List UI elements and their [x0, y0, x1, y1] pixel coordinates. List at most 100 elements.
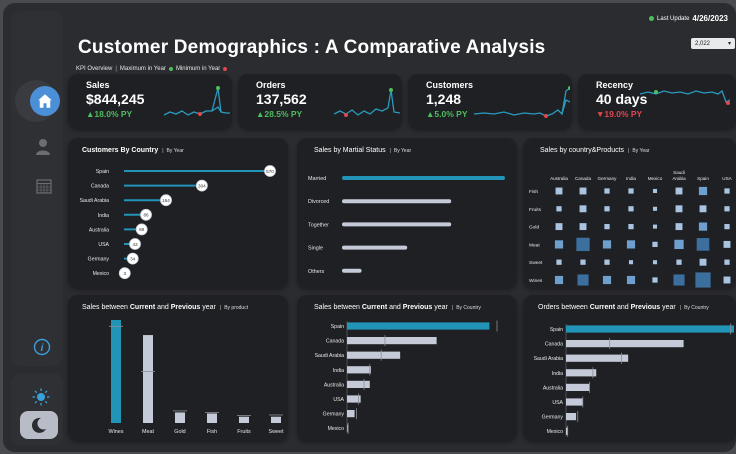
heat-cell — [652, 277, 658, 283]
heat-cell — [579, 205, 587, 213]
user-button[interactable] — [35, 138, 51, 161]
heat-cell — [724, 206, 730, 212]
tick-label: Canada — [545, 342, 563, 348]
data-label: 34 — [130, 256, 136, 261]
data-label: 570 — [266, 169, 274, 174]
heat-cell — [675, 187, 683, 195]
bar — [566, 325, 734, 333]
tick-label: India — [333, 368, 344, 374]
heat-cell — [723, 276, 731, 284]
heat-cell — [556, 206, 562, 212]
heat-cell — [724, 259, 730, 265]
kpi-min-label: Minimum in Year — [175, 66, 221, 72]
home-button[interactable] — [30, 86, 60, 116]
heat-cell — [579, 187, 587, 195]
calendar-icon — [36, 179, 52, 194]
column-label: Mexico — [648, 176, 663, 181]
tick-label: Saudi Arabia — [315, 353, 345, 359]
bar — [342, 268, 362, 273]
column-label: Saudi — [673, 170, 685, 175]
kpi-label: Recency — [596, 80, 634, 90]
kpi-change: ▲5.0% PY — [426, 109, 468, 119]
card-sales-current-previous-country: Sales between Current and Previous yearB… — [297, 295, 517, 441]
tick-label: Canada — [91, 184, 109, 190]
heat-cell — [724, 223, 730, 230]
heat-cell — [579, 223, 587, 231]
bar — [207, 413, 217, 423]
heat-cell — [652, 206, 658, 211]
heat-cell — [604, 188, 610, 194]
info-button[interactable]: i — [33, 338, 51, 361]
svg-text:i: i — [41, 343, 44, 354]
heat-cell — [604, 206, 610, 212]
bar — [239, 416, 249, 423]
heat-cell — [652, 224, 658, 229]
bar — [347, 424, 348, 432]
tick-label: Others — [308, 269, 324, 275]
sales-country-chart: Spain Canada Saudi Arabia India Australia USA… — [315, 320, 498, 434]
heat-cell — [675, 205, 683, 213]
year-select-value: 2,022 — [695, 40, 711, 47]
dark-mode-button[interactable] — [20, 411, 58, 439]
bar — [143, 335, 153, 423]
tick-label: Saudi Arabia — [534, 356, 564, 362]
bar — [342, 245, 408, 250]
year-select[interactable]: 2,022 ▾ — [691, 38, 735, 49]
kpi-max-label: Maximum in Year — [119, 66, 166, 72]
heat-cell — [602, 240, 612, 249]
heat-cell — [652, 241, 658, 248]
bar — [566, 398, 583, 406]
card-sales-current-previous-product: Sales between Current and Previous yearB… — [68, 295, 288, 441]
heat-cell — [699, 205, 707, 213]
heat-cell — [696, 238, 710, 251]
heat-cell — [698, 222, 708, 231]
kpi-sparkline — [164, 86, 230, 116]
tick-label: Canada — [326, 339, 344, 345]
data-label: 164 — [162, 198, 170, 203]
light-mode-button[interactable] — [32, 388, 50, 411]
bar — [566, 354, 629, 362]
tick-label: Australia — [89, 227, 109, 233]
tick-label: Wines — [109, 429, 124, 435]
card-orders-current-previous-country: Orders between Current and Previous year… — [523, 295, 736, 441]
heat-cell — [554, 275, 564, 285]
tick-label: Gold — [174, 429, 185, 435]
tick-label: India — [552, 371, 563, 377]
country-products-heatmap: Australia Canada Germany India Mexico SaudiAr… — [529, 170, 733, 288]
tick-label: Saudi Arabia — [80, 198, 110, 204]
sun-icon — [32, 388, 50, 406]
chevron-down-icon: ▾ — [727, 41, 731, 47]
heat-cell — [628, 206, 634, 212]
sales-by-marital-chart: Married Divorced Together Single Others — [308, 176, 505, 275]
heat-cell — [695, 272, 711, 288]
kpi-value: 137,562 — [256, 91, 307, 107]
row-label: Meat — [529, 242, 540, 248]
bar — [347, 380, 370, 388]
heat-cell — [554, 240, 564, 249]
kpi-card-customers[interactable]: Customers 1,248 ▲5.0% PY — [408, 74, 572, 129]
bar — [566, 413, 577, 421]
kpi-card-orders[interactable]: Orders 137,562 ▲28.5% PY — [238, 74, 402, 129]
column-label: India — [626, 176, 636, 181]
heat-cell — [723, 240, 731, 248]
tick-label: Fish — [207, 429, 217, 435]
tick-label: Spain — [331, 324, 344, 330]
orders-country-chart: Spain Canada Saudi Arabia India Australia USA… — [534, 323, 734, 437]
tick-label: Meat — [142, 429, 154, 435]
bar — [342, 199, 452, 204]
last-update-date: 4/26/2023 — [692, 14, 728, 23]
kpi-overview-label: KPI Overview — [76, 66, 113, 72]
card-sales-by-marital: Sales by Martial StatusBy Year MarriedDi… — [297, 138, 517, 288]
data-label: 3 — [123, 271, 126, 276]
tick-label: USA — [552, 400, 563, 406]
row-label: Fruits — [529, 207, 542, 213]
user-icon — [36, 139, 50, 155]
data-label: 43 — [132, 242, 138, 247]
tick-label: USA — [333, 397, 344, 403]
heat-cell — [556, 259, 562, 265]
kpi-card-sales[interactable]: Sales $844,245 ▲18.0% PY — [68, 74, 232, 129]
calendar-button[interactable] — [36, 178, 52, 199]
tick-label: Mexico — [328, 426, 345, 432]
heat-cell — [604, 259, 610, 265]
kpi-card-recency[interactable]: Recency 40 days ▼19.0% PY — [578, 74, 736, 129]
